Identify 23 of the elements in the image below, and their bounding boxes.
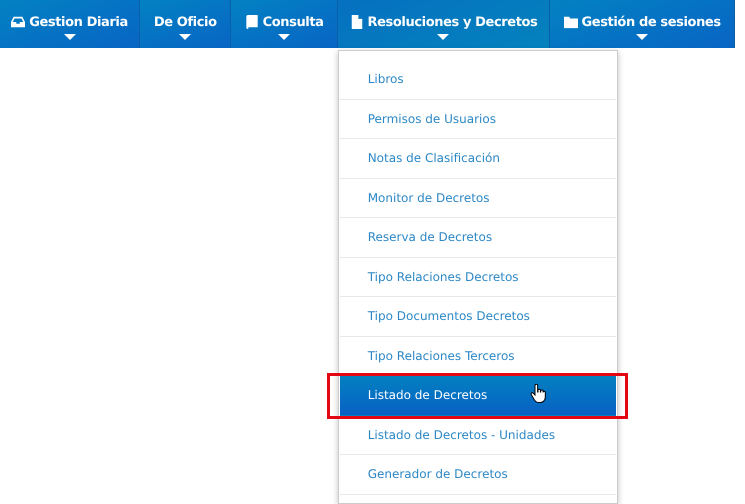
dropdown-item[interactable]: Tipo Documentos Decretos: [340, 297, 616, 336]
caret-icon: [64, 34, 76, 40]
caret-icon: [437, 34, 450, 40]
dropdown-item[interactable]: Listado de Decretos: [340, 376, 616, 416]
dropdown-item[interactable]: Tipo Relaciones Decretos: [340, 258, 616, 297]
dropdown-item[interactable]: Generador de Decretos: [340, 455, 616, 494]
dropdown-item[interactable]: Notas de Clasificación: [340, 139, 616, 178]
dropdown-item[interactable]: Reserva de Decretos: [340, 218, 616, 258]
dropdown-item[interactable]: Libros: [340, 60, 616, 100]
dropdown-item[interactable]: Monitor de Decretos: [340, 178, 616, 218]
dropdown-item[interactable]: Listado de Decretos - Unidades: [340, 416, 616, 455]
book-icon: [244, 15, 259, 29]
nav-menu-item[interactable]: De Oficio: [140, 0, 230, 48]
dropdown-item[interactable]: Permisos de Usuarios: [340, 100, 616, 139]
nav-menu-item[interactable]: Resoluciones y Decretos: [338, 0, 550, 48]
nav-menu-item[interactable]: Gestión de sesiones: [550, 0, 734, 48]
caret-icon: [179, 34, 192, 40]
file-icon: [350, 15, 364, 29]
folder-icon: [564, 15, 578, 29]
inbox-icon: [11, 15, 26, 29]
caret-icon: [278, 34, 290, 40]
hand-cursor-icon: [530, 384, 546, 404]
caret-icon: [636, 34, 648, 40]
